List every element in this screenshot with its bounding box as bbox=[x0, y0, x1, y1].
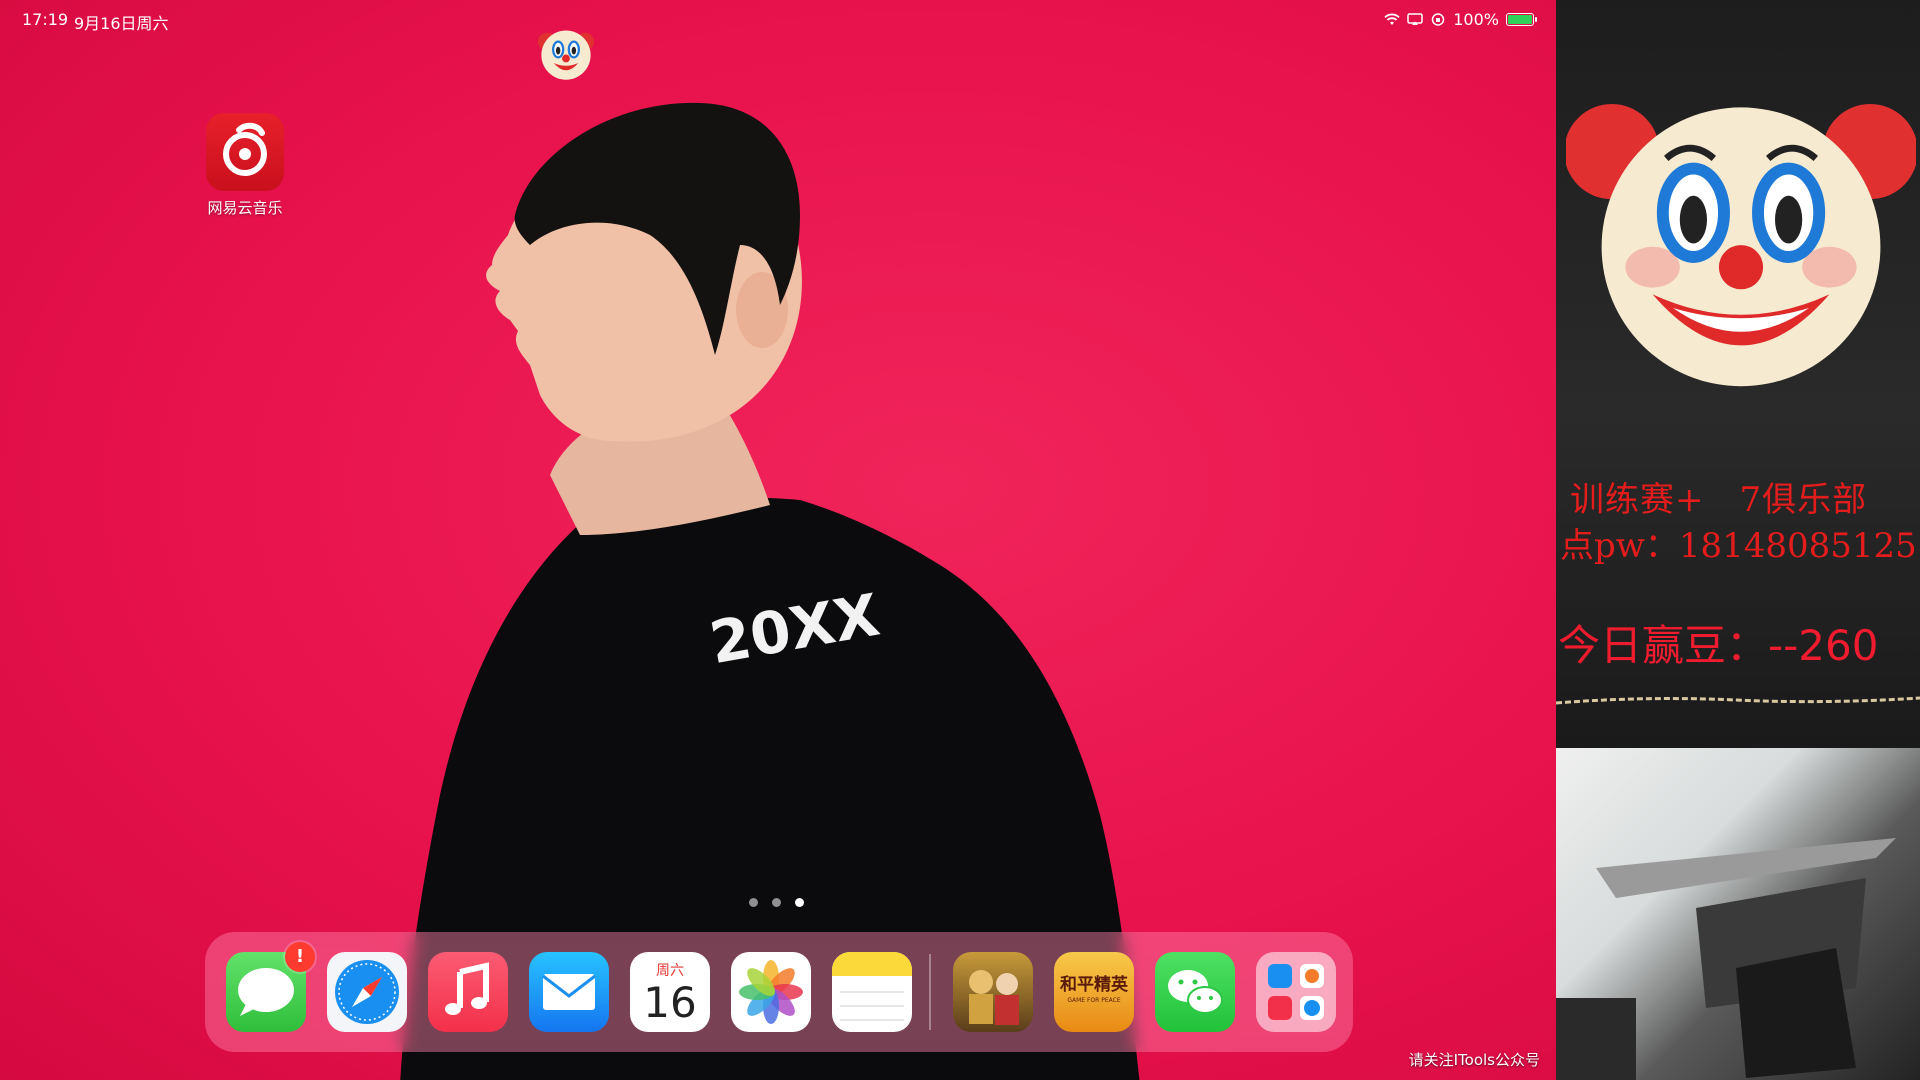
game-title: 和平精英 bbox=[1060, 974, 1129, 995]
photos-icon bbox=[739, 960, 803, 1024]
calendar-day: 16 bbox=[643, 978, 697, 1027]
overlay-line-2: 点pw：18148085125 bbox=[1560, 526, 1917, 566]
dock: 周六 16 和平精英 GAME FOR PEACE bbox=[205, 932, 1353, 1052]
screen-mirror-icon bbox=[1407, 13, 1423, 25]
page-dot-2[interactable] bbox=[772, 898, 781, 907]
clown-emoji-small bbox=[538, 30, 594, 80]
dock-app-safari[interactable] bbox=[327, 952, 407, 1032]
dock-app-notes[interactable] bbox=[832, 952, 912, 1032]
dock-app-library[interactable] bbox=[1256, 952, 1336, 1032]
overlay-line-1: 训练赛+ 7俱乐部 bbox=[1570, 480, 1868, 520]
dock-separator bbox=[929, 954, 931, 1030]
dock-app-wechat[interactable] bbox=[1155, 952, 1235, 1032]
dock-app-photos[interactable] bbox=[731, 952, 811, 1032]
pubg-game-icon bbox=[969, 970, 1019, 1025]
game-for-peace-icon: 和平精英 GAME FOR PEACE bbox=[1060, 974, 1129, 1004]
app-netease-music[interactable]: 网易云音乐 bbox=[205, 113, 285, 218]
status-time: 17:19 bbox=[22, 10, 69, 29]
dock-app-mail[interactable] bbox=[529, 952, 609, 1032]
status-bar: 17:19 9月16日周六 100% bbox=[0, 0, 1556, 40]
ipad-screen: 20XX 17:19 9月16日周六 100% 网易云音乐 周六 16 和平精英… bbox=[0, 0, 1556, 1080]
app-library-icon bbox=[1268, 964, 1324, 1020]
game-subtitle: GAME FOR PEACE bbox=[1067, 997, 1120, 1004]
battery-percent: 100% bbox=[1453, 10, 1499, 29]
webcam-feed bbox=[1556, 748, 1920, 1080]
dock-app-game-for-peace[interactable]: 和平精英 GAME FOR PEACE bbox=[1054, 952, 1134, 1032]
page-dot-3[interactable] bbox=[795, 898, 804, 907]
app-label: 网易云音乐 bbox=[207, 199, 283, 217]
safari-icon bbox=[335, 960, 399, 1024]
page-dot-1[interactable] bbox=[749, 898, 758, 907]
status-icons: 100% bbox=[1384, 10, 1537, 29]
notification-badge: ! bbox=[285, 942, 315, 972]
battery-icon bbox=[1506, 13, 1537, 26]
dock-app-calendar[interactable]: 周六 16 bbox=[630, 952, 710, 1032]
page-indicator[interactable] bbox=[749, 898, 804, 907]
clown-emoji-large bbox=[1566, 104, 1916, 387]
watermark-text: 请关注ITools公众号 bbox=[1408, 1051, 1540, 1069]
wechat-icon bbox=[1168, 970, 1223, 1014]
overlay-rope-decoration bbox=[1556, 696, 1920, 705]
overlay-score: 今日赢豆：--260 bbox=[1558, 621, 1879, 670]
netease-music-icon bbox=[206, 113, 284, 191]
status-date: 9月16日周六 bbox=[74, 14, 169, 33]
calendar-weekday: 周六 bbox=[656, 963, 684, 979]
dock-app-pubg[interactable] bbox=[953, 952, 1033, 1032]
notes-icon bbox=[832, 952, 912, 1021]
music-icon bbox=[445, 962, 489, 1015]
dock-app-music[interactable] bbox=[428, 952, 508, 1032]
orientation-lock-icon bbox=[1432, 13, 1445, 26]
overlay-info-area: 训练赛+ 7俱乐部 点pw：18148085125 今日赢豆：--260 bbox=[1556, 0, 1920, 748]
wifi-icon bbox=[1384, 13, 1400, 25]
mail-icon bbox=[542, 974, 596, 1010]
stream-overlay-panel: 训练赛+ 7俱乐部 点pw：18148085125 今日赢豆：--260 bbox=[1556, 0, 1920, 1080]
